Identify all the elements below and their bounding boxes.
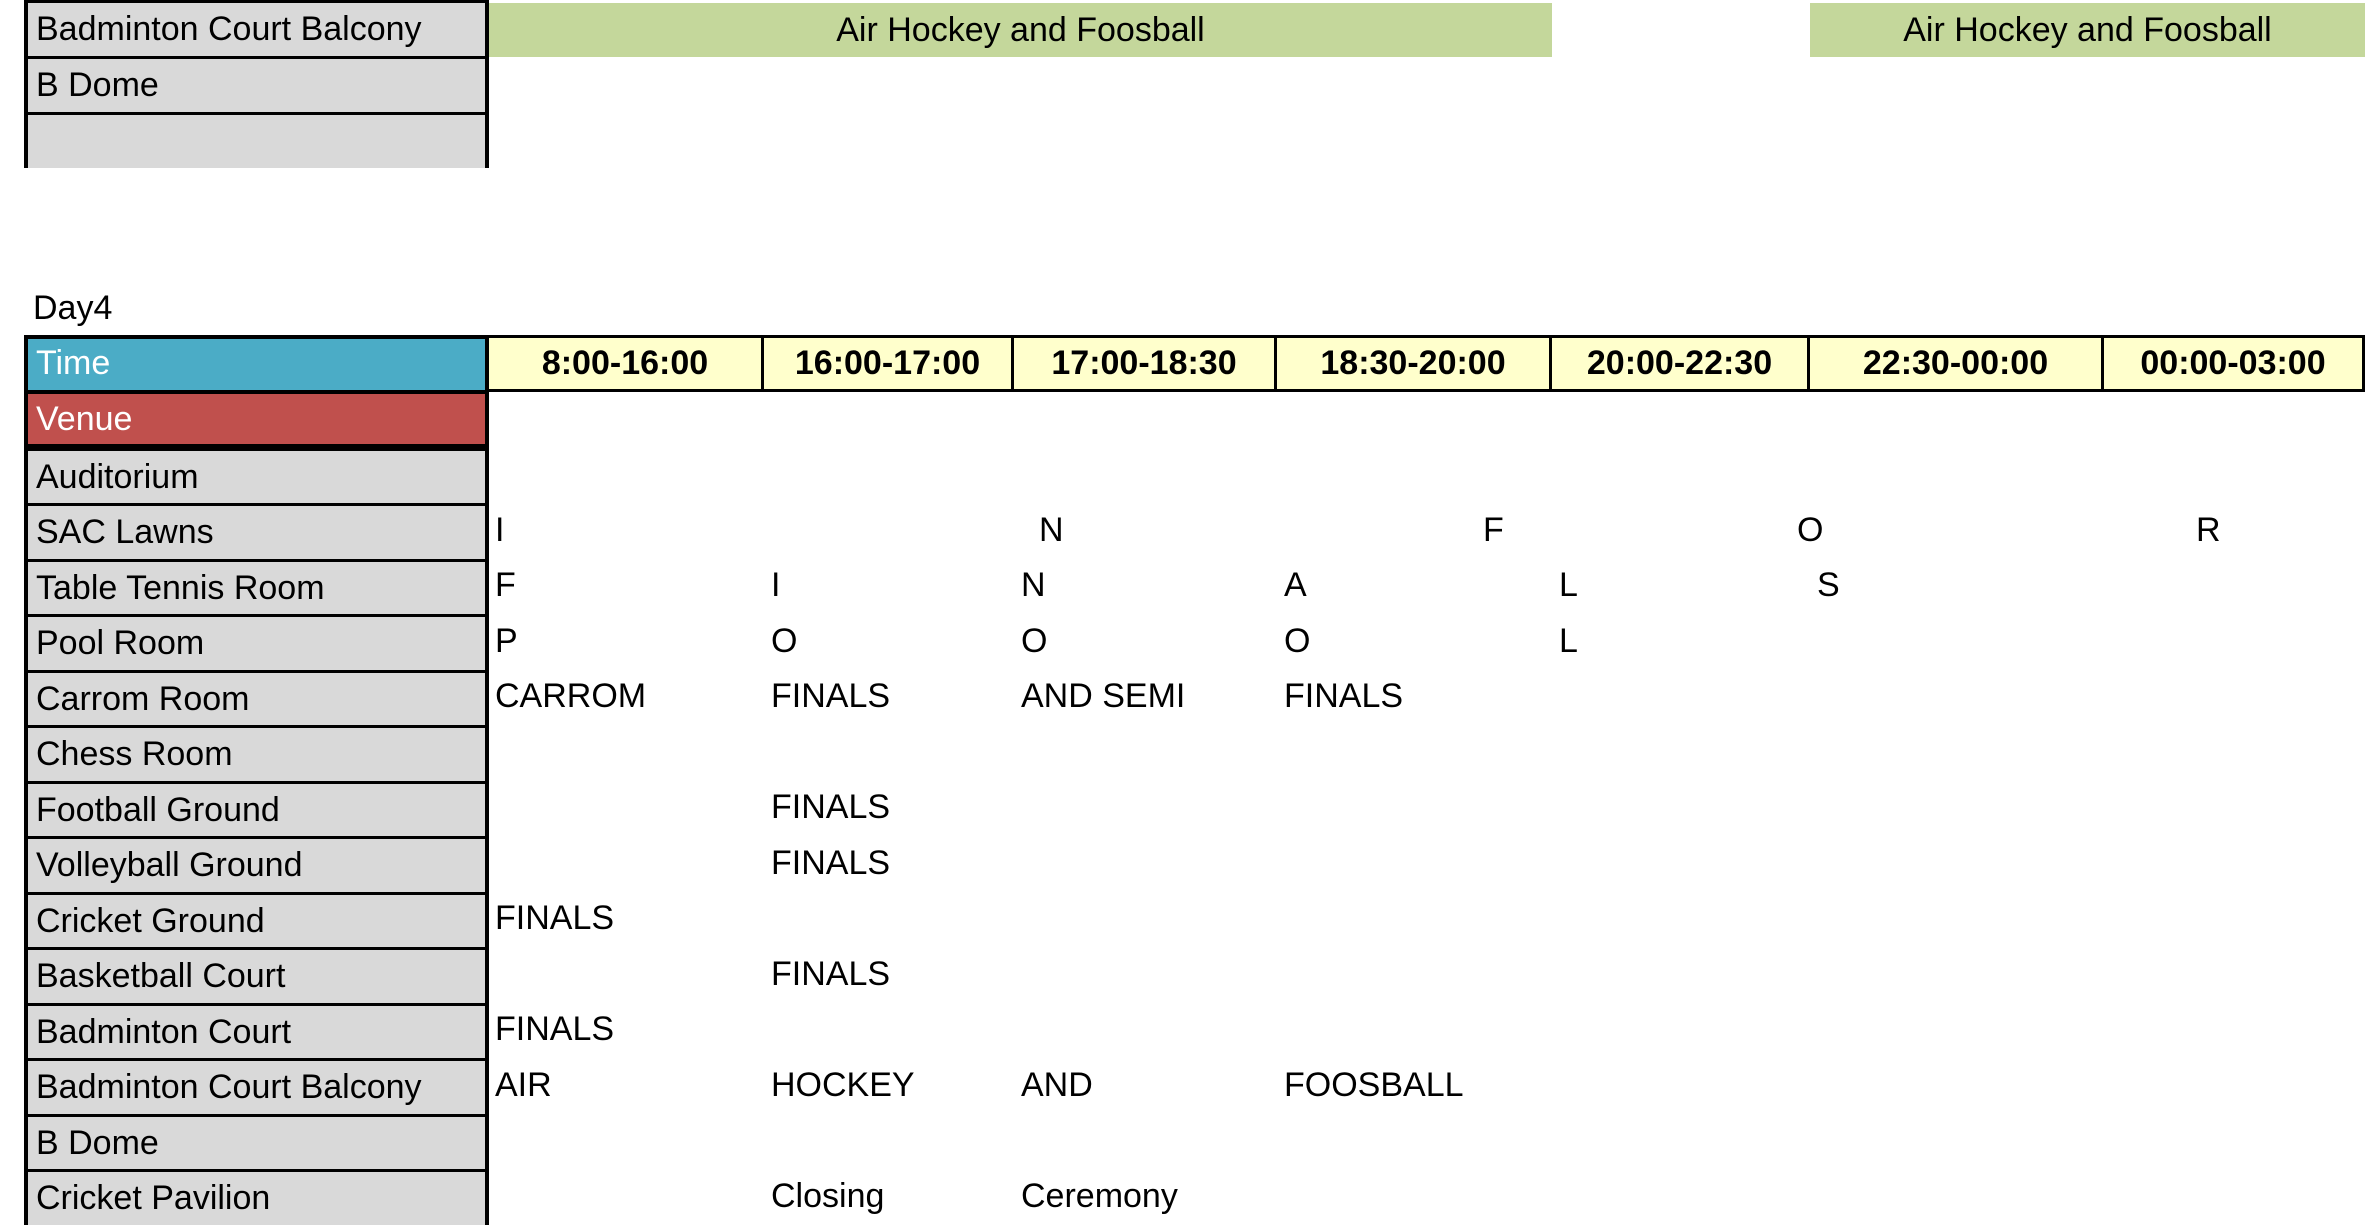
schedule-cell: F bbox=[1483, 511, 1504, 549]
schedule-cell: Closing bbox=[771, 1177, 885, 1215]
schedule-cell: I bbox=[771, 566, 781, 604]
schedule-cell: AND SEMI bbox=[1021, 677, 1186, 715]
venue-cell: Badminton Court bbox=[24, 1003, 489, 1059]
time-slot: 18:30-20:00 bbox=[1277, 335, 1552, 392]
event-block: Air Hockey and Foosball bbox=[489, 3, 1552, 57]
venue-cell: Pool Room bbox=[24, 614, 489, 670]
schedule-cell: AIR bbox=[495, 1066, 552, 1104]
time-slot: 20:00-22:30 bbox=[1552, 335, 1810, 392]
schedule-cell: O bbox=[1021, 622, 1048, 660]
venue-cell: Chess Room bbox=[24, 725, 489, 781]
schedule-cell: O bbox=[1284, 622, 1311, 660]
schedule-cell: FINALS bbox=[771, 677, 891, 715]
venue-cell: Auditorium bbox=[24, 448, 489, 504]
schedule-cell: O bbox=[1797, 511, 1824, 549]
schedule-cell: O bbox=[771, 622, 798, 660]
schedule-cell: FINALS bbox=[495, 1010, 615, 1048]
venue-cell: SAC Lawns bbox=[24, 503, 489, 559]
day-label: Day4 bbox=[33, 289, 113, 327]
schedule-cell: FINALS bbox=[495, 899, 615, 937]
time-slot: 22:30-00:00 bbox=[1810, 335, 2104, 392]
schedule-cell: S bbox=[1817, 566, 1840, 604]
venue-cell: Basketball Court bbox=[24, 947, 489, 1003]
schedule-cell: FINALS bbox=[771, 844, 891, 882]
schedule-cell: R bbox=[2196, 511, 2221, 549]
event-block: Air Hockey and Foosball bbox=[1810, 3, 2365, 57]
venue-cell bbox=[24, 112, 489, 168]
venue-cell: Badminton Court Balcony bbox=[24, 0, 489, 56]
venue-cell: B Dome bbox=[24, 56, 489, 112]
venue-cell: Football Ground bbox=[24, 781, 489, 837]
venue-cell: Cricket Pavilion bbox=[24, 1169, 489, 1225]
time-header: Time bbox=[24, 335, 489, 392]
schedule-cell: FOOSBALL bbox=[1284, 1066, 1464, 1104]
schedule-cell: Ceremony bbox=[1021, 1177, 1178, 1215]
schedule-cell: AND bbox=[1021, 1066, 1093, 1104]
venue-cell: Badminton Court Balcony bbox=[24, 1058, 489, 1114]
schedule-cell: HOCKEY bbox=[771, 1066, 915, 1104]
schedule-cell: N bbox=[1039, 511, 1064, 549]
schedule-cell: L bbox=[1559, 566, 1578, 604]
schedule-cell: N bbox=[1021, 566, 1046, 604]
schedule-cell: CARROM bbox=[495, 677, 647, 715]
venue-header: Venue bbox=[24, 392, 489, 448]
schedule-cell: P bbox=[495, 622, 518, 660]
venue-cell: Table Tennis Room bbox=[24, 559, 489, 615]
schedule-cell: A bbox=[1284, 566, 1307, 604]
venue-cell: Volleyball Ground bbox=[24, 836, 489, 892]
time-slot: 00:00-03:00 bbox=[2104, 335, 2365, 392]
schedule-cell: F bbox=[495, 566, 516, 604]
time-slot: 17:00-18:30 bbox=[1014, 335, 1277, 392]
venue-cell: B Dome bbox=[24, 1114, 489, 1170]
time-slot: 8:00-16:00 bbox=[489, 335, 764, 392]
schedule-cell: FINALS bbox=[771, 955, 891, 993]
time-slot: 16:00-17:00 bbox=[764, 335, 1014, 392]
schedule-cell: FINALS bbox=[771, 788, 891, 826]
schedule-cell: I bbox=[495, 511, 505, 549]
schedule-cell: FINALS bbox=[1284, 677, 1404, 715]
venue-cell: Carrom Room bbox=[24, 670, 489, 726]
schedule-cell: L bbox=[1559, 622, 1578, 660]
venue-cell: Cricket Ground bbox=[24, 892, 489, 948]
